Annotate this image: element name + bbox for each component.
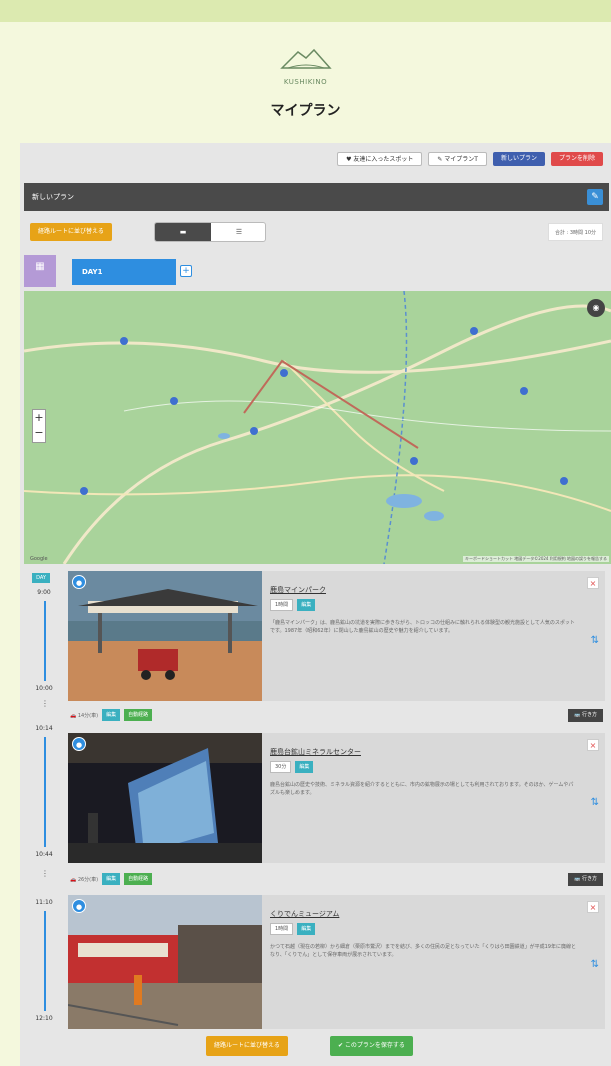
map-graphic [24,291,611,564]
spot-pin-icon: ● [72,737,86,751]
timeline: DAY 9:00 10:00 ⋮ 10:14 10:44 ⋮ 11:10 12:… [24,573,74,1029]
time-start-1: 9:00 [37,589,51,596]
time-line-1 [44,601,46,681]
total-time: 合計 : 3時間 10分 [548,223,603,241]
new-plan-button[interactable]: 新しいプラン [492,152,545,166]
time-end-3: 12:10 [35,1015,53,1022]
directions-button[interactable]: 🚌 行き方 [568,709,603,722]
spot-photo: ● [68,571,262,701]
bottom-actions: 経路ルートに並び替える ✔ このプランを保存する [20,1036,611,1056]
transit-row: 🚗 26分(車) 編集 自動経路 🚌 行き方 [68,871,605,889]
spot-card: ● 鹿島マインパーク 1時間 編集 「鹿島マインパーク」は、鹿島鉱山の坑道を実際… [68,571,605,701]
pencil-icon: ✎ [591,192,599,202]
spot-title-link[interactable]: 鹿島マインパーク [270,585,326,595]
transit-dots-2: ⋮ [41,869,49,878]
time-line-3 [44,911,46,1011]
favorites-button[interactable]: ♥ 友達に入ったスポット [337,152,423,166]
calendar-icon: ▦ [35,261,45,272]
map-attribution[interactable]: キーボードショートカット 地図データ©2024 利用規約 地図の誤りを報告する [463,556,609,562]
day-badge: DAY [32,573,50,583]
time-end-2: 10:44 [35,851,53,858]
spot-description: かつて石越（現在の若柳）から細倉（栗原市鶯沢）までを結び、多くの住民の足となって… [270,944,576,958]
plan-controls: 経路ルートに並び替える ▬ ☰ 合計 : 3時間 10分 [24,219,609,245]
day-tabs: ▦ DAY1 + [24,255,609,287]
page-title: マイプラン [270,103,341,119]
plan-title: 新しいプラン [32,193,74,201]
time-end-1: 10:00 [35,685,53,692]
mountain-logo-icon [280,48,332,69]
save-plan-button[interactable]: ✔ このプランを保存する [330,1036,413,1056]
sort-handle-icon[interactable]: ⇅ [591,635,599,646]
spot-title-link[interactable]: 鹿島台鉱山ミネラルセンター [270,747,361,757]
spot-card: ● 鹿島台鉱山ミネラルセンター 30分 編集 鹿島台鉱山の歴史や技術、ミネラル資… [68,733,605,863]
spot-photo: ● [68,895,262,1029]
transit-time: 🚗 26分(車) [70,876,99,883]
zoom-in-button[interactable]: + [33,410,45,425]
sort-handle-icon[interactable]: ⇅ [591,797,599,808]
close-icon: × [589,741,597,750]
location-icon: ◉ [592,303,600,312]
site-header: KUSHIKINO マイプラン [0,22,611,137]
auto-route-button[interactable]: 自動経路 [124,709,153,721]
map-location-button[interactable]: ◉ [587,299,605,317]
spot-title-link[interactable]: くりでんミュージアム [270,909,339,919]
card-view-toggle[interactable]: ▬ [155,223,211,241]
spot-pin-icon: ● [72,575,86,589]
map-zoom-control[interactable]: + − [32,409,46,443]
spot-duration[interactable]: 30分 [270,761,292,773]
spot-pin-icon: ● [72,899,86,913]
top-band [0,0,611,22]
remove-spot-button[interactable]: × [587,577,599,589]
transit-time: 🚗 14分(車) [70,712,99,719]
brand-name: KUSHIKINO [283,78,328,86]
reorder-route-button[interactable]: 経路ルートに並び替える [30,223,112,241]
google-logo: Google [30,556,48,562]
time-start-2: 10:14 [35,725,53,732]
zoom-out-button[interactable]: − [33,425,45,440]
transit-dots-1: ⋮ [41,699,49,708]
calendar-button[interactable]: ▦ [24,255,56,287]
transit-edit-button[interactable]: 編集 [102,873,121,885]
spot-edit-button[interactable]: 編集 [297,599,316,611]
time-start-3: 11:10 [35,899,53,906]
spot-duration[interactable]: 1時間 [270,599,294,611]
spot-description: 鹿島台鉱山の歴史や技術、ミネラル資源を紹介するとともに、市内の鉱物展示の場として… [270,782,574,796]
directions-button[interactable]: 🚌 行き方 [568,873,603,886]
delete-plan-button[interactable]: プランを削除 [550,152,603,166]
auto-route-button[interactable]: 自動経路 [124,873,153,885]
spot-photo: ● [68,733,262,863]
transit-info: 🚗 26分(車) 編集 自動経路 [70,873,153,885]
plan-title-bar: 新しいプラン ✎ [24,183,609,211]
myplan-button[interactable]: ✎ マイプランT [428,152,487,166]
spot-edit-button[interactable]: 編集 [295,761,314,773]
add-day-button[interactable]: + [180,265,192,277]
transit-edit-button[interactable]: 編集 [102,709,121,721]
plan-panel: ♥ 友達に入ったスポット ✎ マイプランT 新しいプラン プランを削除 新しいプ… [20,143,611,1066]
spot-card: ● くりでんミュージアム 1時間 編集 かつて石越（現在の若柳）から細倉（栗原市… [68,895,605,1029]
close-icon: × [589,579,597,588]
bottom-reorder-button[interactable]: 経路ルートに並び替える [206,1036,288,1056]
spot-edit-button[interactable]: 編集 [297,923,316,935]
sort-handle-icon[interactable]: ⇅ [591,959,599,970]
top-actions: ♥ 友達に入ったスポット ✎ マイプランT 新しいプラン プランを削除 [337,152,603,166]
remove-spot-button[interactable]: × [587,739,599,751]
close-icon: × [589,903,597,912]
tab-day1[interactable]: DAY1 [72,259,176,285]
spot-tags: 1時間 編集 [270,599,316,611]
list-view-toggle[interactable]: ☰ [211,223,265,241]
edit-title-button[interactable]: ✎ [587,189,603,205]
transit-row: 🚗 14分(車) 編集 自動経路 🚌 行き方 [68,707,605,725]
route-map[interactable]: + − ◉ Google キーボードショートカット 地図データ©2024 利用規… [24,291,611,564]
spot-tags: 1時間 編集 [270,923,316,935]
transit-info: 🚗 14分(車) 編集 自動経路 [70,709,153,721]
spot-duration[interactable]: 1時間 [270,923,294,935]
view-toggle[interactable]: ▬ ☰ [154,222,266,242]
time-line-2 [44,737,46,847]
spot-tags: 30分 編集 [270,761,314,773]
remove-spot-button[interactable]: × [587,901,599,913]
spot-description: 「鹿島マインパーク」は、鹿島鉱山の坑道を実際に歩きながら、トロッコの仕組みに触れ… [270,620,575,634]
